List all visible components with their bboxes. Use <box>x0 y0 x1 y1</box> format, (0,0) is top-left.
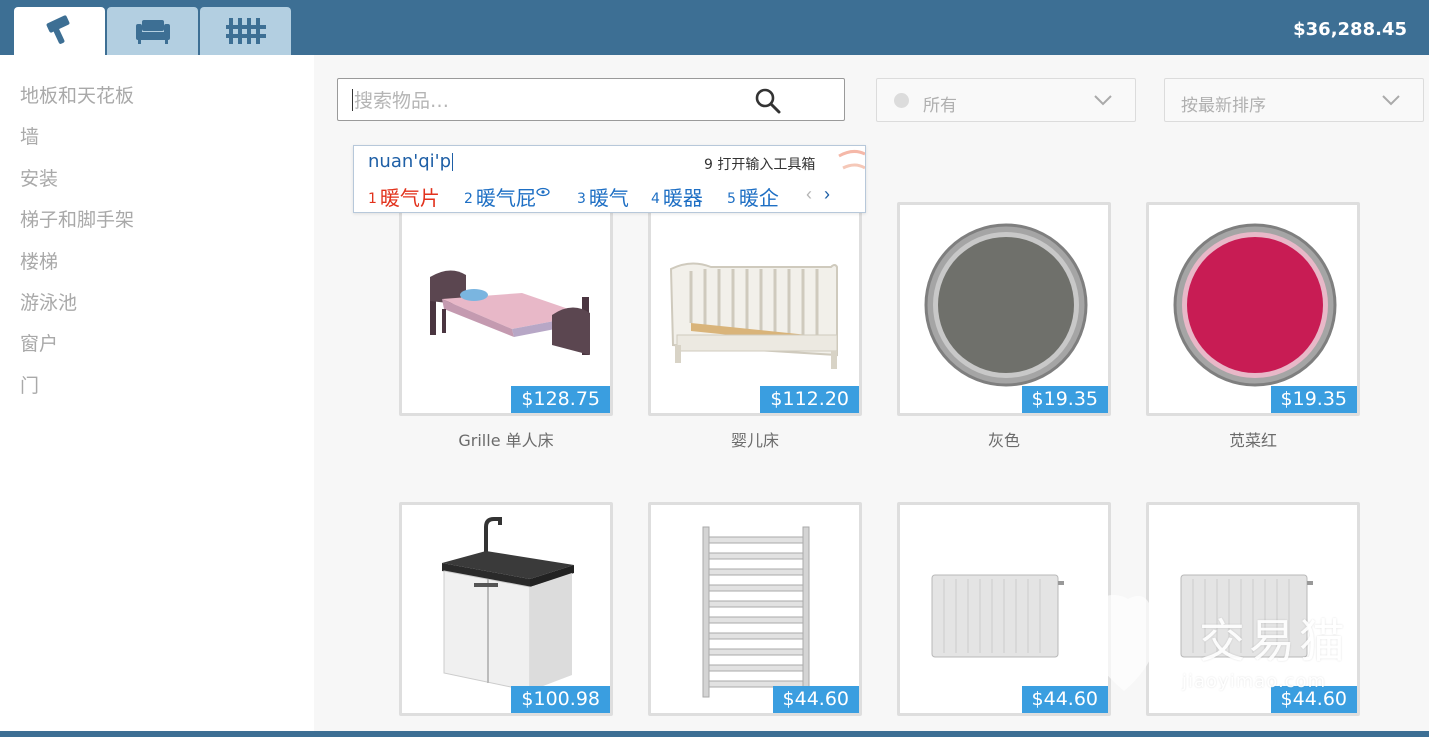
towel-radiator-icon <box>702 526 810 698</box>
price-tag: $44.60 <box>1021 686 1108 713</box>
paint-roller-icon <box>46 15 69 44</box>
sort-label: 按最新排序 <box>1181 96 1266 116</box>
ime-candidate-window: nuan'qi'p 9 打开输入工具箱 1 暖气片 2 暖气屁 3 暖气 4 暖器 5暖… <box>353 145 866 213</box>
chevron-down-icon <box>1094 95 1112 106</box>
category-sidebar: 地板和天花板 墙 安装 梯子和脚手架 楼梯 游泳池 窗户 门 <box>0 55 314 731</box>
crib-icon <box>669 262 838 369</box>
fence-icon <box>225 18 266 44</box>
tab-build[interactable] <box>14 7 105 55</box>
sofa-icon <box>135 20 170 44</box>
category-filter-label: 所有 <box>923 96 957 116</box>
ime-candidate-2[interactable]: 2 暖气屁 <box>464 182 550 211</box>
product-name: 婴儿床 <box>730 431 779 450</box>
sidebar-item-stairs[interactable]: 楼梯 <box>20 247 58 274</box>
ime-toolbox-link[interactable]: 9 打开输入工具箱 <box>704 154 815 174</box>
product-card-gray-rug[interactable]: $19.35 <box>897 202 1111 416</box>
search-input[interactable] <box>352 87 736 115</box>
text-caret <box>352 89 353 111</box>
category-filter-dropdown[interactable]: 所有 <box>876 78 1136 122</box>
price-tag: $19.35 <box>1021 386 1108 413</box>
sort-dropdown[interactable]: 按最新排序 <box>1164 78 1424 122</box>
ime-candidate-3[interactable]: 3 暖气 <box>577 182 629 211</box>
sidebar-item-installation[interactable]: 安装 <box>20 164 58 191</box>
amaranth-round-rug-icon <box>1173 223 1337 387</box>
ime-candidate-5[interactable]: 5 暖企 <box>727 182 779 211</box>
sidebar-item-pools[interactable]: 游泳池 <box>20 288 77 315</box>
eye-icon <box>536 187 550 197</box>
ime-prev-page[interactable]: ‹ <box>806 184 812 204</box>
price-tag: $19.35 <box>1270 386 1357 413</box>
chevron-down-icon <box>1382 95 1400 106</box>
product-card-sink-cabinet[interactable]: $100.98 <box>399 502 613 716</box>
filter-dot-icon <box>894 93 909 108</box>
tab-furniture[interactable] <box>107 7 198 55</box>
product-card-panel-radiator[interactable]: $44.60 <box>897 502 1111 716</box>
ime-decoration-icon <box>838 149 865 170</box>
ime-composition: nuan'qi'p <box>368 151 454 172</box>
product-name: Grille 单人床 <box>458 431 554 450</box>
ime-candidate-4[interactable]: 4 暖器 <box>651 182 703 211</box>
balance-display: $36,288.45 <box>1293 19 1407 40</box>
single-bed-icon <box>430 270 590 355</box>
product-card-crib[interactable]: $112.20 <box>648 202 862 416</box>
sidebar-item-floors-ceilings[interactable]: 地板和天花板 <box>20 81 134 108</box>
price-tag: $128.75 <box>511 386 610 413</box>
product-card-panel-radiator[interactable]: $44.60 <box>1146 502 1360 716</box>
product-card-amaranth-rug[interactable]: $19.35 <box>1146 202 1360 416</box>
search-box[interactable] <box>337 78 845 121</box>
price-tag: $100.98 <box>511 686 610 713</box>
panel-radiator-icon <box>1180 574 1313 658</box>
gray-round-rug-icon <box>924 223 1088 387</box>
sidebar-item-doors[interactable]: 门 <box>20 371 39 398</box>
sidebar-item-ladders[interactable]: 梯子和脚手架 <box>20 205 134 232</box>
top-bar: $36,288.45 <box>0 0 1429 55</box>
sidebar-item-walls[interactable]: 墙 <box>20 122 39 149</box>
product-card-single-bed[interactable]: $128.75 <box>399 202 613 416</box>
sink-cabinet-icon <box>442 517 574 692</box>
price-tag: $44.60 <box>772 686 859 713</box>
sidebar-item-windows[interactable]: 窗户 <box>20 329 58 356</box>
tab-exterior[interactable] <box>200 7 291 55</box>
ime-candidate-1[interactable]: 1 暖气片 <box>368 182 440 211</box>
bottom-strip <box>0 731 1429 737</box>
product-name: 苋菜红 <box>1228 431 1277 450</box>
product-card-towel-radiator[interactable]: $44.60 <box>648 502 862 716</box>
search-icon[interactable] <box>754 87 782 115</box>
ime-next-page[interactable]: › <box>824 184 830 204</box>
price-tag: $44.60 <box>1270 686 1357 713</box>
panel-radiator-icon <box>931 574 1064 658</box>
ime-page-arrows: ‹ › <box>806 184 842 205</box>
product-name: 灰色 <box>987 431 1020 450</box>
price-tag: $112.20 <box>760 386 859 413</box>
